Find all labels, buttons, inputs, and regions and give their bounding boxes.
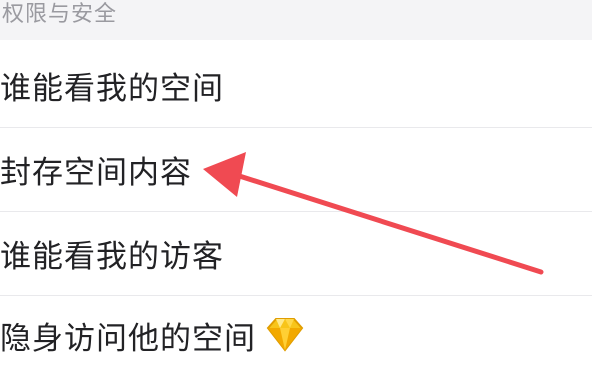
setting-who-can-view-space[interactable]: 谁能看我的空间	[0, 44, 592, 126]
setting-archive-space-content[interactable]: 封存空间内容	[0, 128, 592, 210]
setting-who-can-view-visitors[interactable]: 谁能看我的访客	[0, 212, 592, 294]
diamond-icon	[264, 317, 306, 353]
section-header: 权限与安全	[0, 0, 592, 40]
setting-invisible-visit[interactable]: 隐身访问他的空间	[0, 296, 592, 374]
setting-label: 谁能看我的空间	[0, 70, 224, 107]
setting-label: 谁能看我的访客	[0, 238, 224, 275]
privacy-settings-page: 权限与安全 谁能看我的空间 封存空间内容 谁能看我的访客 隐身访问他的空间	[0, 0, 592, 374]
setting-label: 隐身访问他的空间	[0, 320, 256, 357]
section-title: 权限与安全	[2, 2, 118, 27]
setting-label: 封存空间内容	[0, 154, 192, 191]
